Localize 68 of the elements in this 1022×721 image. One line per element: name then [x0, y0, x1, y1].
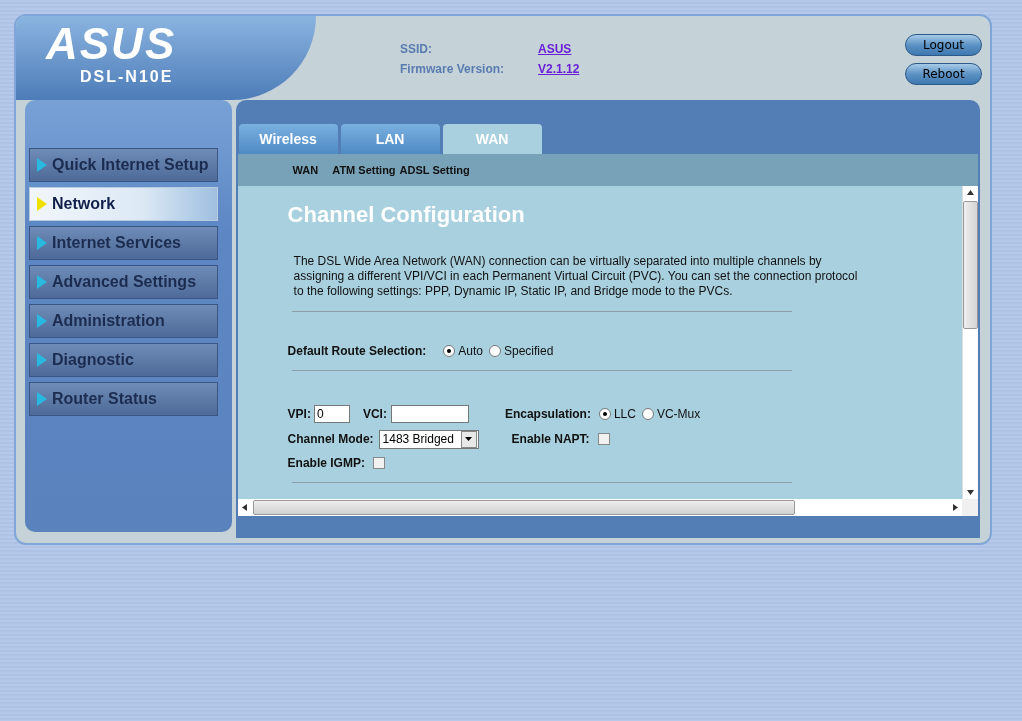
scrollbar-corner	[962, 499, 978, 516]
sidebar-label: Quick Internet Setup	[52, 156, 209, 174]
info-label: SSID:	[400, 42, 433, 56]
radio-button[interactable]	[443, 345, 456, 357]
sidebar-item[interactable]: Advanced Settings	[29, 265, 218, 299]
radio-button[interactable]	[598, 408, 611, 420]
sidebar-label: Advanced Settings	[52, 273, 197, 291]
scrollbar-thumb[interactable]	[252, 500, 795, 515]
description-text: The DSL Wide Area Network (WAN) connection can be virtually separated into multiple channels by assigning a different VPI/VCI in each Permanent Virtual Circuit (PVC). You can set the connection protocol to the following settings: PPP, Dynamic IP, Static IP, and Bridge mode to the PVCs.	[293, 254, 859, 299]
scroll-down-icon[interactable]	[967, 490, 974, 495]
dropdown-arrow-icon	[465, 437, 473, 441]
sidebar-label: Diagnostic	[52, 351, 134, 369]
sidebar-item[interactable]: Quick Internet Setup	[29, 148, 218, 182]
sidebar-label: Administration	[52, 312, 165, 330]
field-label: Enable IGMP:	[287, 456, 365, 470]
field-label: VCI:	[362, 407, 387, 421]
triangle-icon	[36, 391, 48, 407]
triangle-icon	[36, 196, 48, 212]
checkbox[interactable]	[372, 457, 385, 469]
model-name: DSL-N10E	[80, 68, 174, 86]
scrollbar-thumb[interactable]	[963, 201, 978, 329]
triangle-icon	[36, 352, 48, 368]
radio-label: Specified	[503, 344, 554, 358]
subtab-link[interactable]: ADSL Setting	[399, 164, 470, 176]
brand-logo: ASUS	[46, 20, 177, 68]
sidebar-item[interactable]: Administration	[29, 304, 218, 338]
header-button[interactable]: Logout	[905, 34, 982, 56]
field-label: Encapsulation:	[504, 407, 591, 421]
sidebar-label: Internet Services	[52, 234, 181, 252]
radio-button[interactable]	[641, 408, 654, 420]
field-label: Enable NAPT:	[511, 432, 590, 446]
sidebar-item[interactable]: Internet Services	[29, 226, 218, 260]
radio-label: VC-Mux	[656, 407, 701, 421]
radio-option[interactable]: LLC	[598, 407, 636, 421]
radio-option[interactable]: Specified	[488, 344, 554, 358]
triangle-icon	[36, 274, 48, 290]
field-label: Channel Mode:	[287, 432, 374, 446]
triangle-icon	[36, 313, 48, 329]
radio-label: LLC	[613, 407, 636, 421]
vpi-field[interactable]: 0	[313, 405, 350, 423]
subtab-link[interactable]: ATM Setting	[332, 164, 396, 176]
page-title: Channel Configuration	[287, 202, 526, 228]
field-label: Default Route Selection:	[287, 344, 427, 358]
subtab-link[interactable]: WAN	[292, 164, 319, 176]
radio-label: Auto	[458, 344, 483, 358]
scroll-up-icon[interactable]	[967, 190, 974, 195]
radio-option[interactable]: VC-Mux	[641, 407, 701, 421]
radio-option[interactable]: Auto	[443, 344, 483, 358]
triangle-icon	[36, 235, 48, 251]
info-link[interactable]: V2.1.12	[538, 62, 580, 76]
sidebar-label: Router Status	[52, 390, 157, 408]
checkbox[interactable]	[597, 433, 610, 445]
field-label: VPI:	[287, 407, 311, 421]
horizontal-scrollbar[interactable]	[237, 499, 962, 516]
channel-mode-select[interactable]: 1483 Bridged	[378, 429, 479, 449]
sidebar-label: Network	[52, 195, 116, 213]
radio-button[interactable]	[488, 345, 501, 357]
scroll-left-icon[interactable]	[241, 504, 247, 511]
info-label: Firmware Version:	[400, 62, 506, 76]
vci-field[interactable]	[390, 405, 469, 423]
sidebar-item[interactable]: Network	[29, 187, 218, 221]
vertical-scrollbar[interactable]	[962, 186, 978, 499]
triangle-icon	[36, 157, 48, 173]
scroll-right-icon[interactable]	[953, 504, 958, 511]
header-button[interactable]: Reboot	[905, 63, 982, 85]
info-link[interactable]: ASUS	[538, 42, 580, 56]
sidebar-item[interactable]: Router Status	[29, 382, 218, 416]
sidebar-item[interactable]: Diagnostic	[29, 343, 218, 377]
